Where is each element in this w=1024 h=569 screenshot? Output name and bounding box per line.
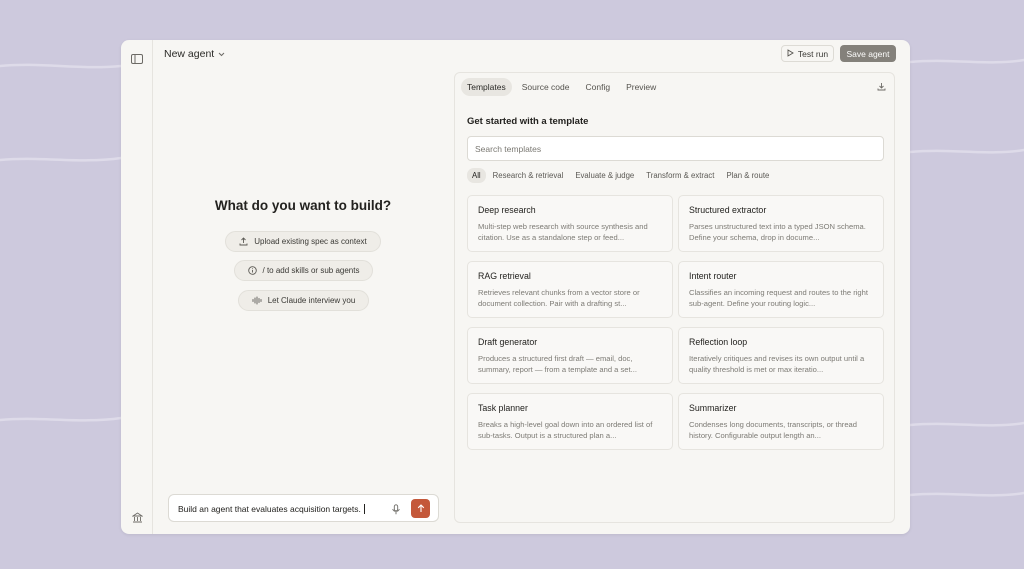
template-description: Multi-step web research with source synt… — [478, 222, 648, 242]
add-skills-button[interactable]: / to add skills or sub agents — [234, 260, 373, 281]
template-card[interactable]: Deep research Multi-step web research wi… — [467, 195, 673, 252]
template-card[interactable]: RAG retrieval Retrieves relevant chunks … — [467, 261, 673, 318]
filter-plan-route[interactable]: Plan & route — [721, 168, 774, 183]
filter-research-retrieval[interactable]: Research & retrieval — [488, 168, 569, 183]
template-card[interactable]: Intent router Classifies an incoming req… — [678, 261, 884, 318]
chat-input-value: Build an agent that evaluates acquisitio… — [178, 504, 361, 514]
template-card[interactable]: Summarizer Condenses long documents, tra… — [678, 393, 884, 450]
sidebar-toggle-icon[interactable] — [130, 52, 144, 66]
chat-input-text: Build an agent that evaluates acquisitio… — [178, 504, 365, 514]
templates-panel: Templates Source code Config Preview Get… — [454, 72, 895, 523]
interview-button[interactable]: Let Claude interview you — [238, 290, 369, 311]
save-agent-label: Save agent — [846, 48, 890, 59]
template-description: Produces a structured first draft — emai… — [478, 354, 637, 374]
template-title: Draft generator — [478, 337, 538, 347]
template-card[interactable]: Draft generator Produces a structured fi… — [467, 327, 673, 384]
template-description: Iteratively critiques and revises its ow… — [689, 354, 865, 374]
agent-builder-window: New agent Test run Save agent What do yo… — [121, 40, 910, 534]
template-description: Breaks a high-level goal down into an or… — [478, 420, 653, 440]
template-description: Parses unstructured text into a typed JS… — [689, 222, 866, 242]
upload-icon — [239, 237, 248, 246]
add-skills-label: / to add skills or sub agents — [262, 266, 360, 275]
template-title: Reflection loop — [689, 337, 748, 347]
template-description: Retrieves relevant chunks from a vector … — [478, 288, 640, 308]
filter-evaluate-judge[interactable]: Evaluate & judge — [570, 168, 639, 183]
templates-heading: Get started with a template — [467, 116, 589, 127]
template-title: Summarizer — [689, 403, 737, 413]
microphone-icon[interactable] — [390, 502, 402, 516]
template-title: Task planner — [478, 403, 528, 413]
filter-chips: All Research & retrieval Evaluate & judg… — [467, 168, 774, 183]
tab-config[interactable]: Config — [579, 78, 616, 96]
search-templates-input[interactable] — [467, 136, 884, 161]
template-description: Condenses long documents, transcripts, o… — [689, 420, 857, 440]
template-card[interactable]: Structured extractor Parses unstructured… — [678, 195, 884, 252]
agent-name-dropdown[interactable]: New agent — [164, 46, 225, 62]
bank-icon[interactable] — [130, 510, 144, 524]
build-heading: What do you want to build? — [214, 198, 392, 213]
chat-input[interactable]: Build an agent that evaluates acquisitio… — [168, 494, 439, 522]
filter-transform-extract[interactable]: Transform & extract — [641, 168, 719, 183]
arrow-up-icon — [417, 500, 425, 518]
save-agent-button[interactable]: Save agent — [840, 45, 896, 62]
tab-source-code[interactable]: Source code — [516, 78, 576, 96]
play-icon — [787, 48, 794, 59]
template-description: Classifies an incoming request and route… — [689, 288, 868, 308]
send-button[interactable] — [411, 499, 430, 518]
tab-templates[interactable]: Templates — [461, 78, 512, 96]
agent-name: New agent — [164, 48, 215, 60]
filter-all[interactable]: All — [467, 168, 486, 183]
template-card[interactable]: Task planner Breaks a high-level goal do… — [467, 393, 673, 450]
tab-preview[interactable]: Preview — [620, 78, 662, 96]
template-title: Structured extractor — [689, 205, 767, 215]
test-run-label: Test run — [797, 48, 829, 59]
download-icon[interactable] — [876, 81, 886, 91]
upload-spec-label: Upload existing spec as context — [254, 237, 367, 246]
left-rail — [121, 40, 153, 534]
panel-tabs: Templates Source code Config Preview — [461, 78, 662, 96]
chevron-down-icon — [218, 50, 225, 59]
info-icon — [247, 266, 257, 275]
interview-label: Let Claude interview you — [267, 296, 356, 305]
upload-spec-button[interactable]: Upload existing spec as context — [225, 231, 381, 252]
template-card[interactable]: Reflection loop Iteratively critiques an… — [678, 327, 884, 384]
waveform-icon — [252, 296, 262, 305]
template-title: Deep research — [478, 205, 536, 215]
test-run-button[interactable]: Test run — [781, 45, 834, 62]
template-title: RAG retrieval — [478, 271, 531, 281]
text-caret — [363, 504, 365, 514]
template-title: Intent router — [689, 271, 737, 281]
